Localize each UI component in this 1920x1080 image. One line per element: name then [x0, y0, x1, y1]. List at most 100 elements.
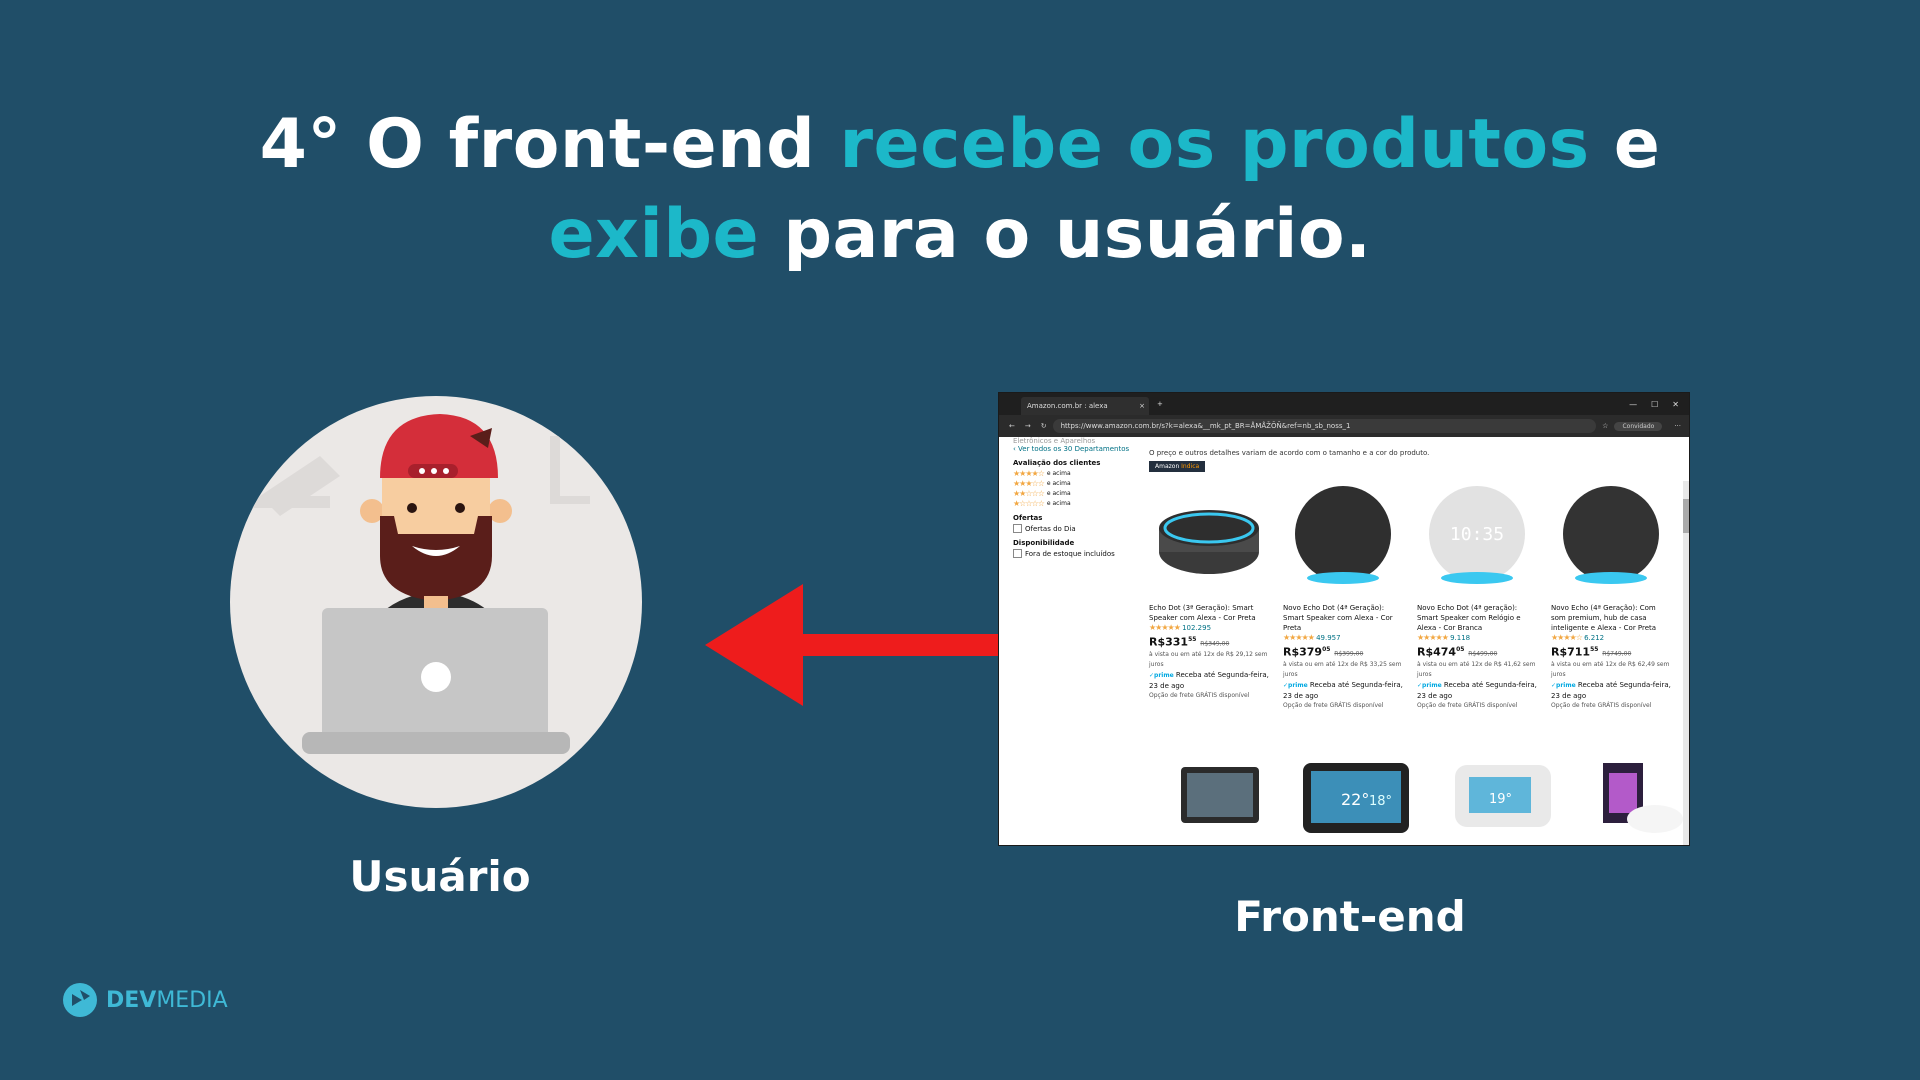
echo-show-5-image[interactable]: 19°: [1451, 759, 1555, 831]
temp-main: 22°: [1341, 790, 1369, 809]
close-tab-icon[interactable]: ×: [1139, 402, 1145, 410]
product-price: R$37905 R$399,00: [1283, 645, 1403, 660]
guest-profile-button[interactable]: Convidado: [1614, 421, 1663, 431]
title-accent-a: recebe os produtos: [839, 105, 1590, 184]
stars-icon: ★★★★★: [1283, 633, 1315, 642]
prime-badge: ✓prime: [1283, 681, 1308, 689]
stars-icon: ★★★★☆: [1013, 469, 1045, 478]
rating-label: e acima: [1046, 480, 1071, 487]
rating-filter-2[interactable]: ★★☆☆☆ e acima: [1013, 489, 1133, 498]
address-bar-row: ← → ↻ https://www.amazon.com.br/s?k=alex…: [999, 415, 1689, 437]
price-value: R$474: [1417, 645, 1457, 659]
arrow-left-icon: [705, 584, 1015, 706]
logo-media: MEDIA: [156, 987, 228, 1013]
product-grid: Echo Dot (3ª Geração): Smart Speaker com…: [1149, 477, 1671, 711]
product-price: R$33155 R$349,00: [1149, 635, 1269, 650]
page-scrollbar[interactable]: [1683, 481, 1689, 845]
reviews-title: Avaliação dos clientes: [1013, 459, 1101, 467]
title-accent-b: exibe: [548, 195, 760, 274]
old-price: R$349,00: [1200, 640, 1230, 648]
rating-filter-1[interactable]: ★☆☆☆☆ e acima: [1013, 499, 1133, 508]
availability-title: Disponibilidade: [1013, 539, 1075, 547]
new-tab-icon[interactable]: +: [1157, 400, 1163, 408]
close-window-icon[interactable]: ✕: [1672, 400, 1679, 409]
product-image[interactable]: [1149, 477, 1269, 597]
sidebar-cut-text: Eletrônicos e Aparelhos: [1013, 437, 1096, 445]
slide-title-line-1: 4° O front-end recebe os produtos e: [0, 100, 1920, 190]
tab-bar: Amazon.com.br : alexa × + — ☐ ✕: [999, 393, 1689, 415]
product-name[interactable]: Novo Echo Dot (4ª geração): Smart Speake…: [1417, 603, 1537, 633]
prime-badge: ✓prime: [1149, 671, 1174, 679]
product-name[interactable]: Novo Echo (4ª Geração): Com som premium,…: [1551, 603, 1671, 633]
old-price: R$749,00: [1602, 650, 1632, 658]
review-count[interactable]: 9.118: [1450, 634, 1470, 642]
badge-accent: Indica: [1181, 463, 1200, 470]
smart-lights-image[interactable]: [1595, 759, 1685, 839]
old-price: R$499,00: [1468, 650, 1498, 658]
prime-badge: ✓prime: [1551, 681, 1576, 689]
back-icon[interactable]: ←: [1009, 422, 1015, 430]
product-card[interactable]: Novo Echo Dot (4ª Geração): Smart Speake…: [1283, 477, 1403, 711]
stars-icon: ★★☆☆☆: [1013, 489, 1045, 498]
offers-title: Ofertas: [1013, 514, 1043, 522]
reload-icon[interactable]: ↻: [1041, 422, 1047, 430]
logo-dev: DEV: [106, 987, 157, 1013]
product-image[interactable]: [1283, 477, 1403, 597]
rating-label: e acima: [1046, 490, 1071, 497]
more-menu-icon[interactable]: ···: [1674, 422, 1681, 430]
checkbox[interactable]: [1013, 549, 1022, 558]
review-count[interactable]: 49.957: [1316, 634, 1341, 642]
price-notice: O preço e outros detalhes variam de acor…: [1149, 449, 1430, 457]
url-field[interactable]: https://www.amazon.com.br/s?k=alexa&__mk…: [1052, 419, 1597, 433]
title-text-b: e: [1589, 105, 1661, 184]
offers-item-label: Ofertas do Dia: [1025, 524, 1076, 533]
url-text: https://www.amazon.com.br/s?k=alexa&__mk…: [1060, 422, 1351, 430]
product-name[interactable]: Echo Dot (3ª Geração): Smart Speaker com…: [1149, 603, 1269, 623]
product-image[interactable]: 10:35: [1417, 477, 1537, 597]
forward-icon[interactable]: →: [1025, 422, 1031, 430]
product-price: R$71155 R$749,00: [1551, 645, 1671, 660]
price-value: R$379: [1283, 645, 1323, 659]
stars-icon: ★★★★☆: [1551, 633, 1583, 642]
price-cents: 55: [1188, 636, 1197, 643]
old-price: R$399,00: [1334, 650, 1364, 658]
minimize-icon[interactable]: —: [1629, 400, 1637, 409]
product-grid-second-row: 22° 18° 19°: [1179, 759, 1685, 839]
offers-filter[interactable]: Ofertas do Dia: [1013, 524, 1133, 533]
review-count[interactable]: 6.212: [1584, 634, 1604, 642]
browser-window: Amazon.com.br : alexa × + — ☐ ✕ ← → ↻ ht…: [999, 393, 1689, 845]
product-name[interactable]: Novo Echo Dot (4ª Geração): Smart Speake…: [1283, 603, 1403, 633]
price-cents: 55: [1590, 646, 1599, 653]
badge-text: Amazon: [1155, 463, 1182, 470]
slide-title-line-2: exibe para o usuário.: [0, 190, 1920, 280]
stars-icon: ★★★☆☆: [1013, 479, 1045, 488]
rating-filter-4[interactable]: ★★★★☆ e acima: [1013, 469, 1133, 478]
echo-show-image[interactable]: 22° 18°: [1301, 759, 1411, 835]
stars-icon: ★★★★★: [1149, 623, 1181, 632]
rating-label: e acima: [1046, 500, 1071, 507]
devmedia-logo-icon: [63, 983, 97, 1017]
browser-tab[interactable]: Amazon.com.br : alexa ×: [1021, 397, 1149, 415]
price-cents: 05: [1456, 646, 1465, 653]
devmedia-logo: DEV MEDIA: [62, 982, 228, 1018]
tab-title: Amazon.com.br : alexa: [1027, 402, 1108, 410]
review-count[interactable]: 102.295: [1182, 624, 1211, 632]
user-avatar-icon: [230, 396, 642, 808]
product-card[interactable]: 10:35 Novo Echo Dot (4ª geração): Smart …: [1417, 477, 1537, 711]
product-price: R$47405 R$499,00: [1417, 645, 1537, 660]
maximize-icon[interactable]: ☐: [1651, 400, 1658, 409]
rating-filter-3[interactable]: ★★★☆☆ e acima: [1013, 479, 1133, 488]
product-image[interactable]: [1551, 477, 1671, 597]
availability-filter[interactable]: Fora de estoque incluídos: [1013, 549, 1133, 558]
see-all-departments-link[interactable]: ‹ Ver todos os 30 Departamentos: [1013, 445, 1133, 453]
installments: à vista ou em até 12x de R$ 33,25 sem ju…: [1283, 660, 1402, 678]
checkbox[interactable]: [1013, 524, 1022, 533]
echo-show-8-image[interactable]: [1179, 759, 1261, 829]
price-cents: 05: [1322, 646, 1331, 653]
amazon-indica-badge: Amazon Indica: [1149, 461, 1206, 472]
product-card[interactable]: Echo Dot (3ª Geração): Smart Speaker com…: [1149, 477, 1269, 711]
product-card[interactable]: Novo Echo (4ª Geração): Com som premium,…: [1551, 477, 1671, 711]
star-bookmark-icon[interactable]: ☆: [1602, 422, 1608, 430]
prime-badge: ✓prime: [1417, 681, 1442, 689]
price-value: R$711: [1551, 645, 1591, 659]
